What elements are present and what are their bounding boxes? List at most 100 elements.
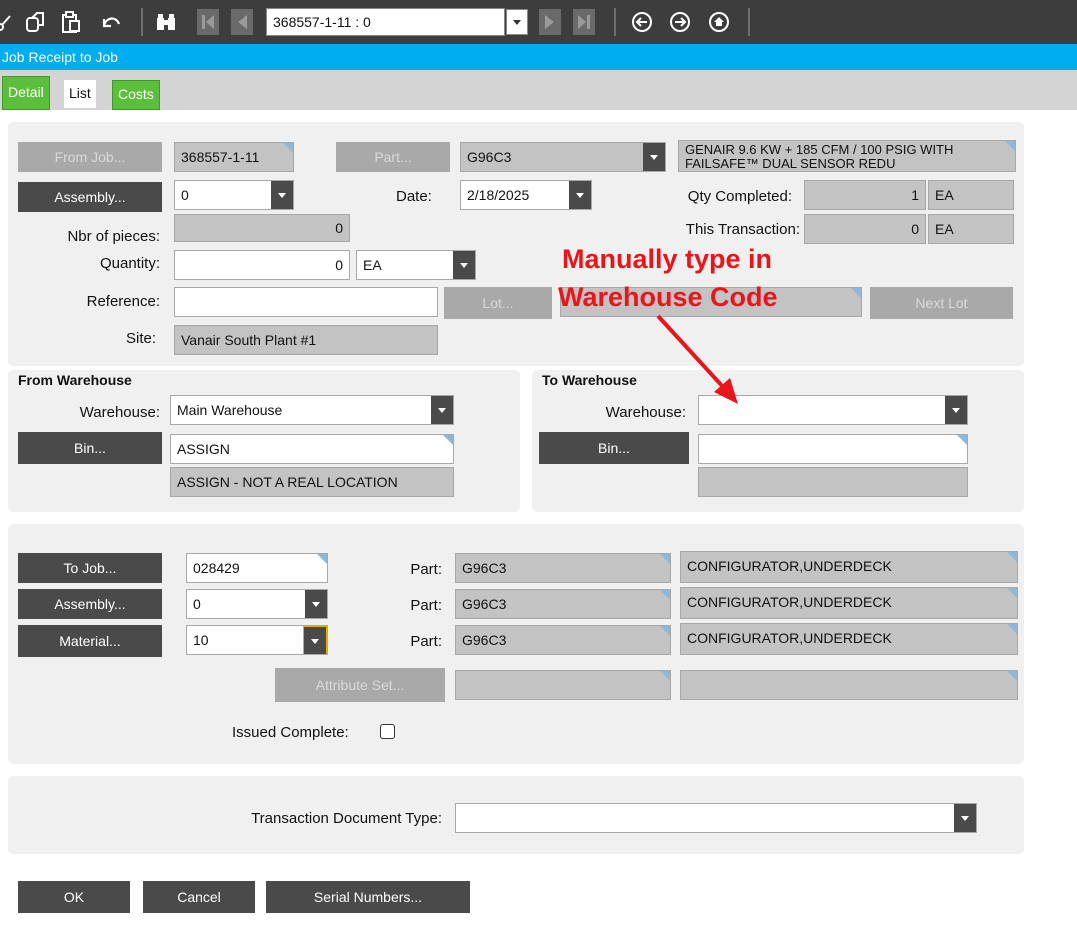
material-button[interactable]: Material... [18, 625, 162, 657]
form-title: Job Receipt to Job [0, 44, 1077, 70]
back-icon[interactable] [630, 8, 654, 36]
qty-completed-field: 1 [804, 180, 926, 210]
date-value: 2/18/2025 [467, 187, 530, 203]
this-transaction-field: 0 [804, 214, 926, 244]
doc-type-select[interactable] [455, 803, 977, 833]
paste-icon[interactable] [60, 8, 82, 36]
from-warehouse-value: Main Warehouse [177, 402, 283, 418]
to-warehouse-title: To Warehouse [542, 372, 637, 388]
to-assembly-value: 0 [193, 596, 201, 612]
part-button[interactable]: Part... [336, 142, 450, 172]
part-description-text: GENAIR 9.6 KW + 185 CFM / 100 PSIG WITH … [685, 142, 954, 171]
to-job-part-label-3: Part: [410, 633, 442, 650]
assembly-value: 0 [181, 187, 189, 203]
tab-detail[interactable]: Detail [2, 76, 50, 110]
site-label: Site: [125, 330, 156, 347]
chevron-down-icon[interactable] [945, 396, 967, 424]
chevron-down-icon[interactable] [453, 251, 475, 279]
from-warehouse-title: From Warehouse [18, 372, 132, 388]
assembly-button[interactable]: Assembly... [18, 182, 162, 212]
toolbar: 368557-1-11 : 0 [0, 0, 1077, 44]
serial-numbers-button[interactable]: Serial Numbers... [266, 881, 470, 913]
to-job-part-desc-2: CONFIGURATOR,UNDERDECK [680, 587, 1018, 619]
to-job-part-label-2: Part: [410, 597, 442, 614]
to-bin-button[interactable]: Bin... [539, 432, 689, 464]
chevron-down-icon[interactable] [303, 626, 327, 654]
binoculars-icon[interactable] [154, 8, 178, 36]
chevron-down-icon[interactable] [305, 590, 327, 618]
from-job-value: 368557-1-11 [181, 149, 260, 165]
record-navigator-dropdown[interactable] [506, 9, 528, 35]
to-assembly-button[interactable]: Assembly... [18, 589, 162, 619]
to-job-part-field-3: G96C3 [455, 625, 671, 655]
last-record-icon[interactable] [573, 9, 595, 35]
previous-record-icon[interactable] [231, 9, 253, 35]
attribute-set-description [680, 670, 1018, 700]
quantity-field[interactable]: 0 [174, 250, 350, 280]
part-description: GENAIR 9.6 KW + 185 CFM / 100 PSIG WITH … [678, 140, 1016, 172]
issued-complete-label: Issued Complete: [232, 724, 349, 741]
issued-complete-checkbox[interactable] [380, 724, 395, 739]
cancel-button[interactable]: Cancel [143, 881, 255, 913]
to-assembly-select[interactable]: 0 [186, 589, 328, 619]
quantity-uom-select[interactable]: EA [356, 250, 476, 280]
record-navigator-value: 368557-1-11 : 0 [273, 14, 371, 30]
tab-costs[interactable]: Costs [112, 80, 160, 110]
nbr-pieces-field: 0 [174, 214, 350, 242]
annotation-line-1: Manually type in [562, 244, 773, 274]
reference-label: Reference: [86, 293, 160, 310]
next-lot-button[interactable]: Next Lot [870, 287, 1013, 319]
chevron-down-icon[interactable] [271, 181, 293, 209]
attribute-set-button[interactable]: Attribute Set... [275, 668, 445, 702]
first-record-icon[interactable] [197, 9, 219, 35]
from-bin-description: ASSIGN - NOT A REAL LOCATION [170, 467, 454, 497]
ok-button[interactable]: OK [18, 881, 130, 913]
part-select[interactable]: G96C3 [460, 142, 666, 172]
scissors-icon[interactable] [0, 8, 12, 36]
record-navigator-input[interactable]: 368557-1-11 : 0 [266, 8, 505, 36]
forward-icon[interactable] [668, 8, 692, 36]
date-field[interactable]: 2/18/2025 [460, 180, 592, 210]
next-record-icon[interactable] [539, 9, 561, 35]
chevron-down-icon[interactable] [643, 143, 665, 171]
toolbar-separator [614, 8, 616, 36]
to-job-part-field-1: G96C3 [455, 553, 671, 583]
from-job-field[interactable]: 368557-1-11 [174, 142, 294, 172]
quantity-uom-value: EA [363, 257, 382, 273]
home-icon[interactable] [707, 8, 731, 36]
material-value: 10 [193, 632, 209, 648]
tab-strip: Detail List Costs [0, 70, 1077, 110]
doc-type-label: Transaction Document Type: [251, 810, 442, 827]
this-transaction-uom: EA [928, 214, 1014, 244]
reference-field[interactable] [174, 287, 438, 317]
tab-list[interactable]: List [64, 80, 96, 108]
from-bin-button[interactable]: Bin... [18, 432, 162, 464]
to-job-part-label-1: Part: [410, 561, 442, 578]
copy-icon[interactable] [24, 8, 46, 36]
chevron-down-icon[interactable] [431, 396, 453, 424]
date-label: Date: [396, 188, 432, 205]
to-job-part-field-2: G96C3 [455, 589, 671, 619]
quantity-label: Quantity: [99, 255, 160, 272]
from-job-button[interactable]: From Job... [18, 142, 162, 172]
part-value: G96C3 [467, 149, 512, 165]
toolbar-separator [748, 8, 750, 36]
to-job-button[interactable]: To Job... [18, 553, 162, 583]
nbr-pieces-label: Nbr of pieces: [67, 228, 160, 245]
from-warehouse-label: Warehouse: [79, 404, 160, 421]
to-bin-field[interactable] [698, 434, 968, 464]
qty-completed-label: Qty Completed: [687, 188, 792, 205]
from-bin-field[interactable]: ASSIGN [170, 434, 454, 464]
material-select[interactable]: 10 [186, 625, 328, 655]
to-job-field[interactable]: 028429 [186, 553, 328, 583]
qty-completed-uom: EA [928, 180, 1014, 210]
lot-button[interactable]: Lot... [444, 287, 552, 319]
from-warehouse-select[interactable]: Main Warehouse [170, 395, 454, 425]
calendar-dropdown-icon[interactable] [569, 181, 591, 209]
undo-icon[interactable] [98, 8, 122, 36]
to-job-part-desc-1: CONFIGURATOR,UNDERDECK [680, 551, 1018, 583]
assembly-select[interactable]: 0 [174, 180, 294, 210]
this-transaction-label: This Transaction: [685, 221, 800, 238]
chevron-down-icon[interactable] [954, 804, 976, 832]
to-job-part-desc-3: CONFIGURATOR,UNDERDECK [680, 623, 1018, 655]
